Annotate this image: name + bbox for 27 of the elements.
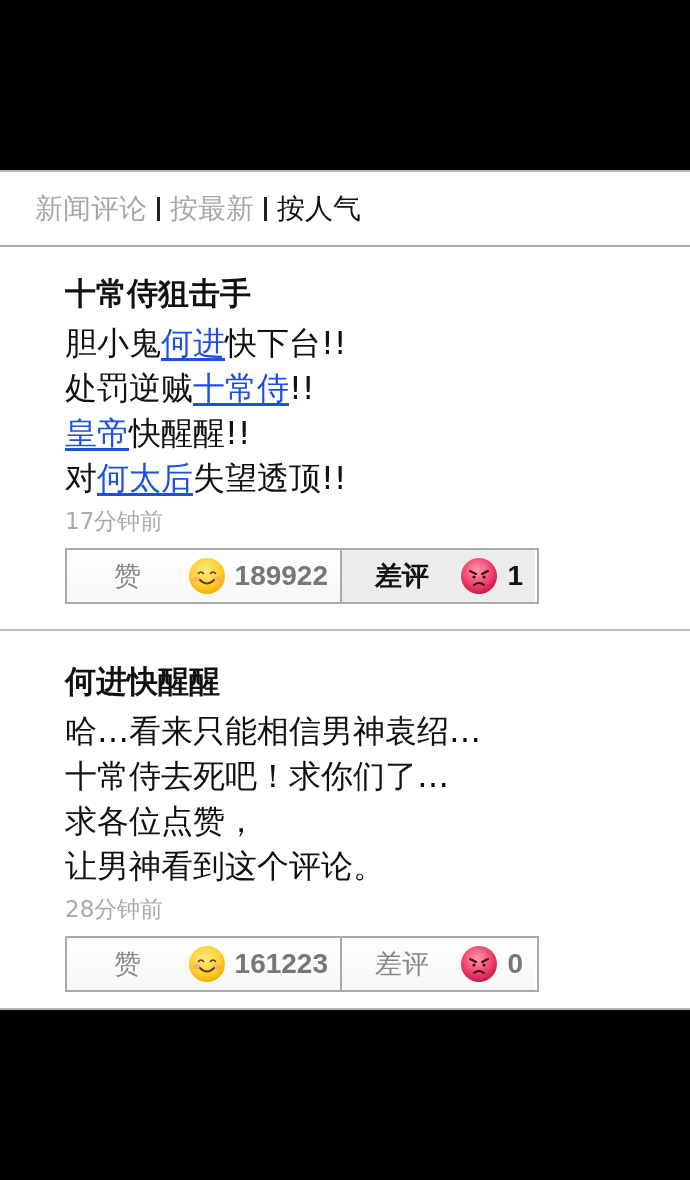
comment-link[interactable]: 十常侍 <box>193 369 289 407</box>
comment-line: 胆小鬼何进快下台!! <box>65 323 347 364</box>
vote-count: 1 <box>507 560 523 592</box>
angry-face-icon <box>461 946 498 982</box>
smiley-face-icon <box>188 946 225 982</box>
comment-line: 处罚逆贼十常侍!! <box>65 368 315 409</box>
comment-line: 对何太后失望透顶!! <box>65 458 347 499</box>
comment-author: 十常侍狙击手 <box>65 274 251 313</box>
comment-line: 哈…看来只能相信男神袁绍… <box>65 711 481 752</box>
comment-time: 17分钟前 <box>65 507 164 536</box>
comment-author: 何进快醒醒 <box>65 662 220 701</box>
smiley-face-icon <box>188 558 225 594</box>
dislike-button[interactable]: 差评 0 <box>340 938 535 990</box>
vote-count: 161223 <box>234 948 328 980</box>
vote-count: 0 <box>507 948 523 980</box>
comment-link[interactable]: 何进 <box>161 324 225 362</box>
comment-time: 28分钟前 <box>65 895 164 924</box>
sort-tab[interactable]: 按人气 <box>277 190 361 227</box>
angry-face-icon <box>461 558 498 594</box>
comment-link[interactable]: 何太后 <box>97 459 193 497</box>
comment-line: 皇帝快醒醒!! <box>65 413 251 454</box>
vote-count: 189922 <box>234 560 328 592</box>
comment-line: 十常侍去死吧！求你们了… <box>65 756 449 797</box>
comment-link[interactable]: 皇帝 <box>65 414 129 452</box>
dislike-button[interactable]: 差评 1 <box>340 550 535 602</box>
comment-line: 让男神看到这个评论。 <box>65 846 385 887</box>
comment-line: 求各位点赞， <box>65 801 257 842</box>
